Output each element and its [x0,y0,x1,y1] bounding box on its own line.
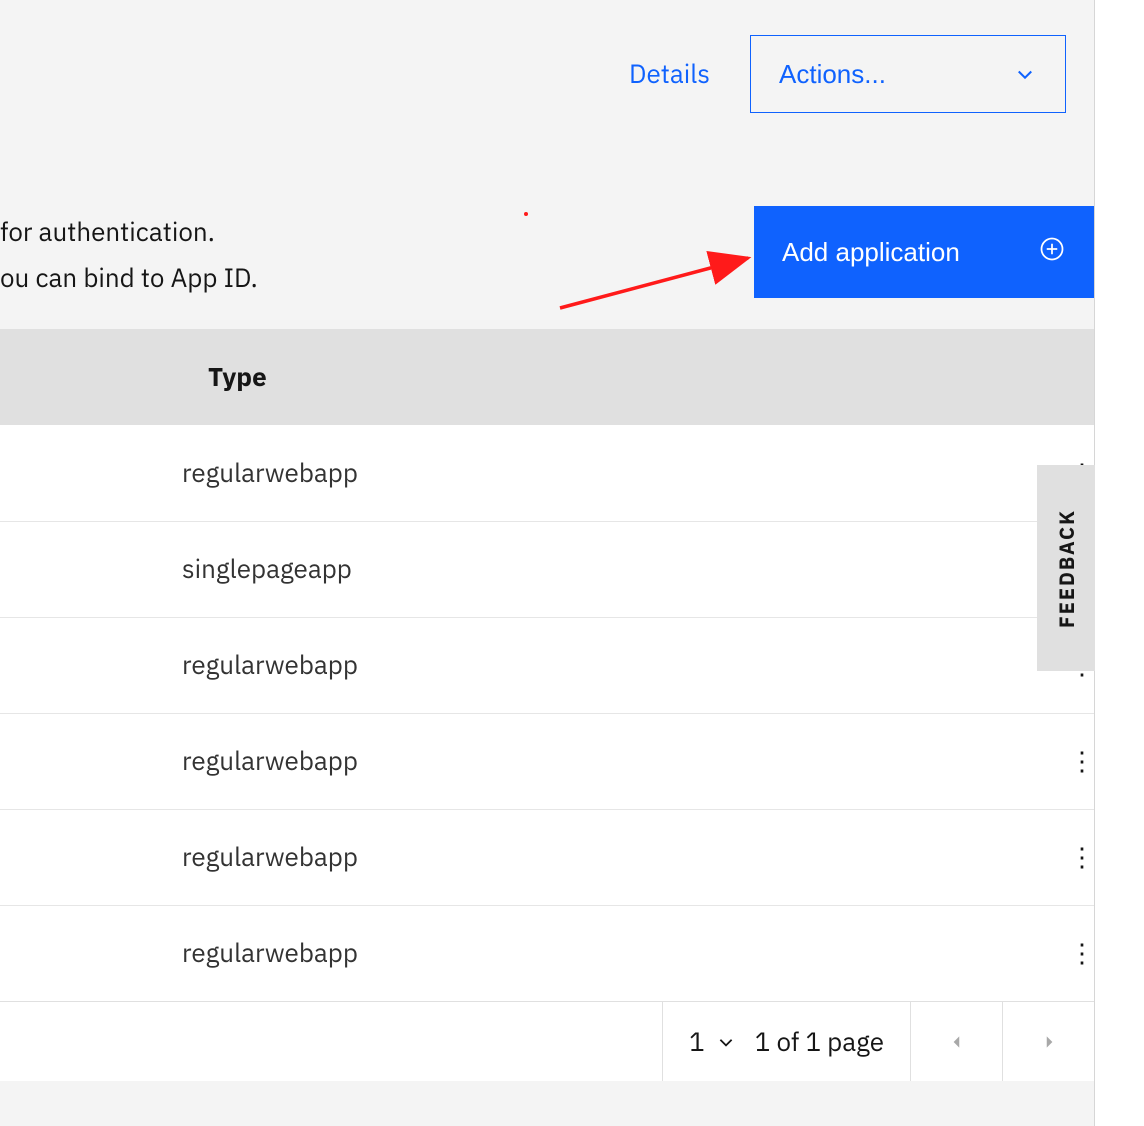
actions-dropdown-label: Actions... [779,59,886,90]
cell-type: regularwebapp [0,713,410,809]
row-overflow-menu-icon[interactable]: ⋮ [1070,941,1094,965]
page-number-value: 1 [689,1025,705,1059]
chevron-down-icon [717,1033,735,1051]
caret-left-icon [948,1033,966,1051]
table-row[interactable]: regularwebapp ⋮ [0,905,1094,1001]
scrollbar-gutter [1094,0,1144,1126]
cell-type: regularwebapp [0,905,410,1001]
table-row[interactable]: regularwebapp ⋮ [0,617,1094,713]
cell-type: regularwebapp [0,425,410,521]
description-line-1: for authentication. [0,209,258,255]
header-actions: Details Actions... [629,35,1066,113]
add-application-label: Add application [782,237,960,268]
row-overflow-menu-icon[interactable]: ⋮ [1070,749,1094,773]
page-status-text: 1 of 1 page [755,1025,884,1059]
pagination-bar: 1 1 of 1 page [0,1001,1094,1081]
feedback-label: FEEDBACK [1053,509,1080,628]
table-row[interactable]: regularwebapp ⋮ [0,425,1094,521]
pagination-page-block: 1 1 of 1 page [662,1002,910,1081]
column-header-type: Type [0,329,1094,425]
plus-circle-icon [1038,235,1066,270]
page-number-select[interactable]: 1 [689,1025,735,1059]
table-header-row: Type [0,329,1094,425]
caret-right-icon [1040,1033,1058,1051]
pagination-prev-button[interactable] [910,1002,1002,1081]
description-text: for authentication. ou can bind to App I… [0,209,258,301]
chevron-down-icon [1013,62,1037,86]
cell-type: regularwebapp [0,809,410,905]
row-overflow-menu-icon[interactable]: ⋮ [1070,845,1094,869]
cell-type: regularwebapp [0,617,410,713]
details-link[interactable]: Details [629,57,710,91]
page-root: Details Actions... for authentication. o… [0,0,1144,1126]
add-application-button[interactable]: Add application [754,206,1094,298]
cell-type: singlepageapp [0,521,410,617]
actions-dropdown[interactable]: Actions... [750,35,1066,113]
feedback-tab[interactable]: FEEDBACK [1037,465,1095,671]
table-row[interactable]: singlepageapp ⋮ [0,521,1094,617]
annotation-arrow [520,200,760,320]
table-row[interactable]: regularwebapp ⋮ [0,809,1094,905]
pagination-next-button[interactable] [1002,1002,1094,1081]
applications-table: Type regularwebapp ⋮ singlepageapp ⋮ reg… [0,329,1094,1001]
table-row[interactable]: regularwebapp ⋮ [0,713,1094,809]
description-line-2: ou can bind to App ID. [0,255,258,301]
